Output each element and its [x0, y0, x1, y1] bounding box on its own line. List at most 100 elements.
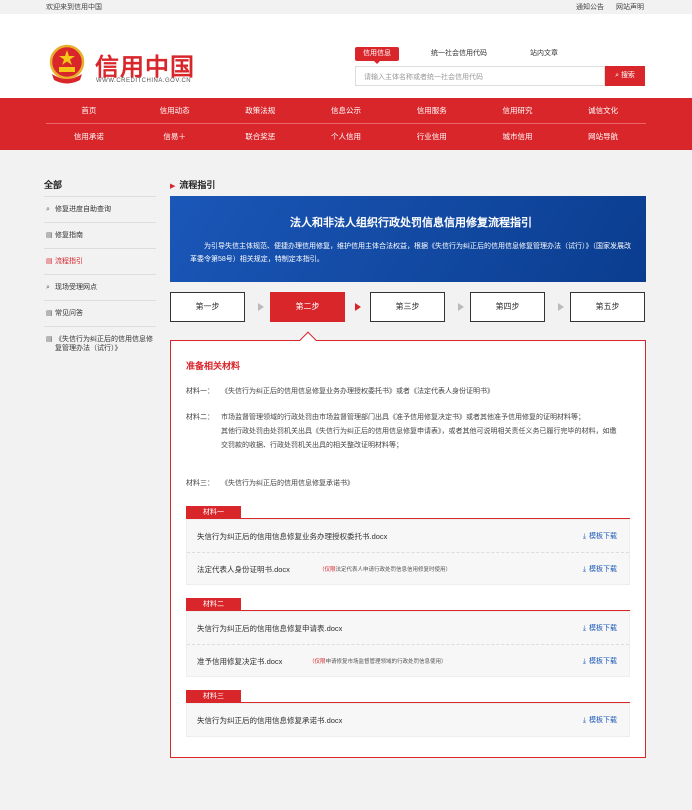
nav-item[interactable]: 信用承诺: [46, 124, 132, 150]
tab-credit-code[interactable]: 统一社会信用代码: [431, 47, 487, 61]
sidebar-item-label: 修复进度自助查询: [55, 206, 111, 213]
main-content: ▶ 流程指引 法人和非法人组织行政处罚信息信用修复流程指引 为引导失信主体规范、便…: [170, 178, 646, 758]
arrow-right-icon: [355, 303, 361, 311]
file-name: 法定代表人身份证明书.docx: [197, 565, 290, 574]
search-input[interactable]: 请输入主体名称或者统一社会信用代码: [355, 66, 605, 86]
search-button-label: 搜索: [620, 72, 635, 79]
sidebar-item-guide[interactable]: ▤ 修复指南: [44, 222, 156, 248]
sidebar-item-progress-query[interactable]: ⌕ 修复进度自助查询: [44, 196, 156, 222]
arrow-right-icon: [458, 303, 464, 311]
banner-title: 法人和非法人组织行政处罚信息信用修复流程指引: [290, 217, 532, 229]
intro-banner: 法人和非法人组织行政处罚信息信用修复流程指引 为引导失信主体规范、便捷办理信用修…: [170, 196, 646, 282]
nav-item[interactable]: 信息公示: [303, 98, 389, 123]
file-row[interactable]: 准予信用修复决定书.docx （仅限申请修复市场监督管理领域的行政处罚信息使用）…: [187, 644, 629, 676]
sidebar-item-label: 流程指引: [55, 258, 83, 265]
template-download-link[interactable]: ⤓ 模板下载: [583, 564, 617, 574]
nav-item[interactable]: 个人信用: [303, 124, 389, 150]
file-note: （仅限申请修复市场监督管理领域的行政处罚信息使用）: [309, 657, 447, 665]
download-label: 模板下载: [589, 566, 617, 573]
material-label: 材料三：: [186, 480, 214, 487]
file-name: 失信行为纠正后的信用信息修复承诺书.docx: [197, 716, 343, 725]
arrow-right-icon: [558, 303, 564, 311]
nav-item[interactable]: 信用服务: [389, 98, 475, 123]
step-5[interactable]: 第五步: [570, 292, 645, 322]
step-content-panel: 准备相关材料 材料一： 《失信行为纠正后的信用信息修复业务办理授权委托书》或者《…: [170, 331, 646, 758]
nav-item[interactable]: 信用动态: [132, 98, 218, 123]
step-2[interactable]: 第二步: [270, 292, 345, 322]
national-emblem-icon[interactable]: [48, 44, 86, 84]
material-2-description: 材料二： 市场监督管理领域的行政处罚由市场监督管理部门出具《准予信用修复决定书》…: [186, 411, 621, 453]
sidebar-item-label: 现场受理网点: [55, 284, 97, 291]
arrow-right-icon: [258, 303, 264, 311]
site-name[interactable]: 信用中国: [95, 47, 195, 82]
file-note: （仅限法定代表人申请行政处罚信息信用修复时使用）: [319, 565, 451, 573]
document-icon: ▤: [46, 336, 53, 343]
material-1-files: 失信行为纠正后的信用信息修复业务办理授权委托书.docx ⤓ 模板下载 法定代表人…: [186, 519, 630, 585]
page-body: 全部 ⌕ 修复进度自助查询 ▤ 修复指南 ▤ 流程指引 ⌕ 现场受理网点 ▤ 常见问答 ▤…: [0, 150, 692, 810]
nav-item[interactable]: 联合奖惩: [217, 124, 303, 150]
sidebar: 全部 ⌕ 修复进度自助查询 ▤ 修复指南 ▤ 流程指引 ⌕ 现场受理网点 ▤ 常见问答 ▤…: [44, 178, 156, 361]
sidebar-title: 全部: [44, 180, 63, 190]
download-label: 模板下载: [589, 658, 617, 665]
nav-row-2: 信用承诺 信易＋ 联合奖惩 个人信用 行业信用 城市信用 网站导航: [46, 124, 646, 150]
download-icon: ⤓: [582, 566, 586, 573]
nav-item[interactable]: 诚信文化: [560, 98, 646, 123]
tab-site-articles[interactable]: 站内文章: [530, 47, 558, 61]
download-icon: ⤓: [582, 717, 586, 724]
file-row[interactable]: 失信行为纠正后的信用信息修复承诺书.docx ⤓ 模板下载: [187, 704, 629, 736]
file-row[interactable]: 失信行为纠正后的信用信息修复业务办理授权委托书.docx ⤓ 模板下载: [187, 520, 629, 552]
statement-link[interactable]: 网站声明: [616, 4, 644, 11]
file-row[interactable]: 失信行为纠正后的信用信息修复申请表.docx ⤓ 模板下载: [187, 612, 629, 644]
site-url: WWW.CREDITCHINA.GOV.CN: [96, 78, 192, 84]
document-icon: ▤: [46, 310, 53, 317]
site-header: 信用中国 WWW.CREDITCHINA.GOV.CN 信用信息 统一社会信用代…: [0, 14, 692, 98]
download-icon: ⤓: [582, 625, 586, 632]
nav-item[interactable]: 城市信用: [475, 124, 561, 150]
material-text: 其他行政处罚由处罚机关出具《失信行为纠正后的信用信息修复申请表》，或者其他可说明…: [221, 428, 617, 449]
breadcrumb-label: 流程指引: [179, 180, 216, 190]
template-download-link[interactable]: ⤓ 模板下载: [583, 531, 617, 541]
nav-item[interactable]: 行业信用: [389, 124, 475, 150]
nav-row-1: 首页 信用动态 政策法规 信息公示 信用服务 信用研究 诚信文化: [46, 98, 646, 124]
note-prefix: （仅限: [319, 567, 336, 573]
file-name: 准予信用修复决定书.docx: [197, 657, 283, 666]
nav-item[interactable]: 首页: [46, 98, 132, 123]
search-button[interactable]: ⌕ 搜索: [605, 66, 645, 86]
notice-link[interactable]: 通知公告: [576, 4, 604, 11]
sidebar-item-label: 《失信行为纠正后的信用信息修复管理办法（试行）》: [55, 336, 153, 352]
step-4[interactable]: 第四步: [470, 292, 545, 322]
download-icon: ⤓: [582, 533, 586, 540]
nav-item[interactable]: 政策法规: [217, 98, 303, 123]
download-icon: ⤓: [582, 658, 586, 665]
tab-credit-info[interactable]: 信用信息: [355, 47, 399, 64]
note-text: 申请修复市场监督管理领域的行政处罚信息使用）: [325, 659, 447, 665]
note-prefix: （仅限: [309, 659, 326, 665]
material-text: 《失信行为纠正后的信用信息修复业务办理授权委托书》或者《法定代表人身份证明书》: [221, 388, 494, 395]
nav-item[interactable]: 信用研究: [475, 98, 561, 123]
note-text: 法定代表人申请行政处罚信息信用修复时使用）: [335, 567, 452, 573]
sidebar-item-faq[interactable]: ▤ 常见问答: [44, 300, 156, 326]
step-1[interactable]: 第一步: [170, 292, 245, 322]
section-title: 准备相关材料: [186, 361, 241, 371]
sidebar-item-process[interactable]: ▤ 流程指引: [44, 248, 156, 274]
file-name: 失信行为纠正后的信用信息修复申请表.docx: [197, 624, 343, 633]
caret-right-icon: ▶: [170, 183, 176, 190]
file-name: 失信行为纠正后的信用信息修复业务办理授权委托书.docx: [197, 532, 388, 541]
step-3[interactable]: 第三步: [370, 292, 445, 322]
template-download-link[interactable]: ⤓ 模板下载: [583, 715, 617, 725]
step-nav: 第一步 第二步 第三步 第四步 第五步: [170, 292, 646, 322]
top-bar: 欢迎来到信用中国 通知公告 网站声明: [0, 0, 692, 14]
sidebar-item-regulation[interactable]: ▤ 《失信行为纠正后的信用信息修复管理办法（试行）》: [44, 326, 156, 361]
material-3-files: 失信行为纠正后的信用信息修复承诺书.docx ⤓ 模板下载: [186, 703, 630, 737]
main-nav: 首页 信用动态 政策法规 信息公示 信用服务 信用研究 诚信文化 信用承诺 信易…: [0, 98, 692, 150]
material-3-description: 材料三： 《失信行为纠正后的信用信息修复承诺书》: [186, 477, 621, 491]
file-row[interactable]: 法定代表人身份证明书.docx （仅限法定代表人申请行政处罚信息信用修复时使用）…: [187, 552, 629, 584]
nav-item[interactable]: 网站导航: [560, 124, 646, 150]
panel-pointer: [299, 331, 317, 349]
sidebar-item-service-points[interactable]: ⌕ 现场受理网点: [44, 274, 156, 300]
nav-item[interactable]: 信易＋: [132, 124, 218, 150]
search-icon: ⌕: [46, 284, 50, 291]
search-icon: ⌕: [46, 206, 50, 213]
template-download-link[interactable]: ⤓ 模板下载: [583, 656, 617, 666]
template-download-link[interactable]: ⤓ 模板下载: [583, 623, 617, 633]
